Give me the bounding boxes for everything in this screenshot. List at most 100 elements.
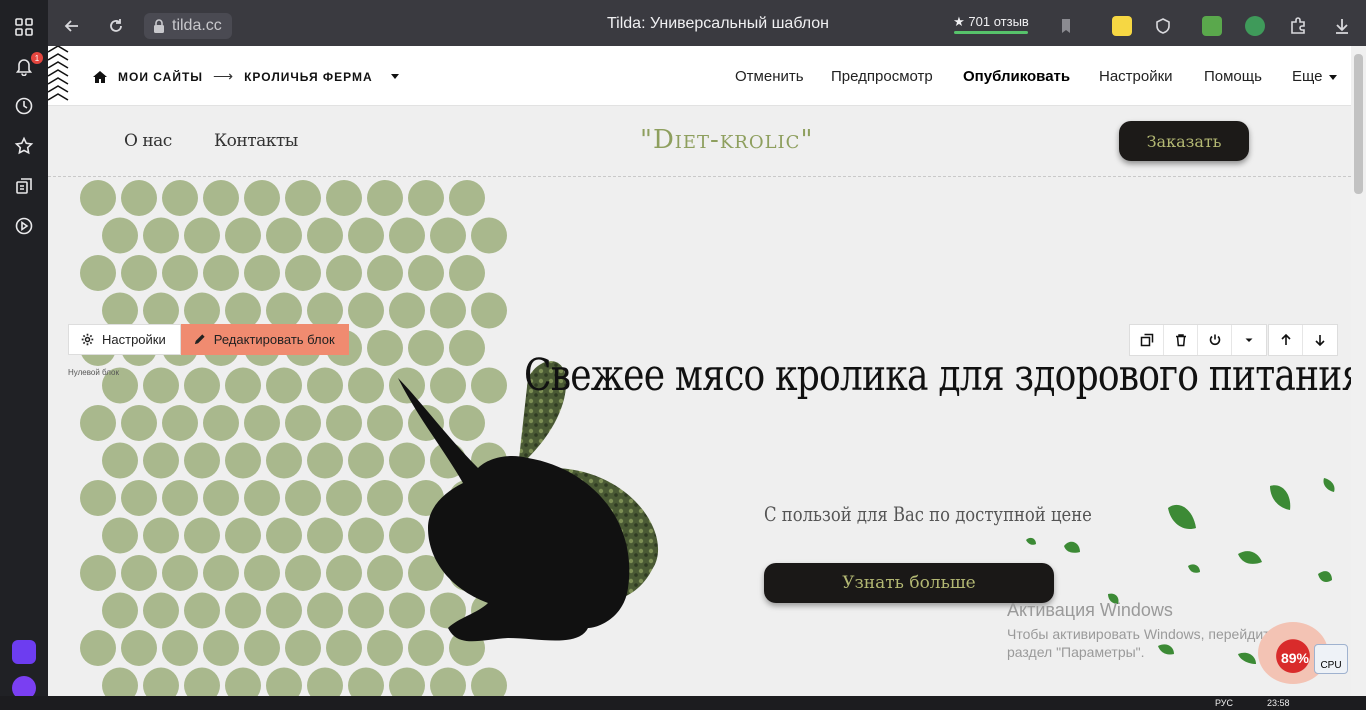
more-menu-label: Еще: [1292, 68, 1323, 85]
back-arrow-icon[interactable]: [60, 14, 84, 38]
pattern-circle: [203, 405, 239, 441]
watermark-title: Активация Windows: [1007, 600, 1173, 620]
scrollbar-thumb[interactable]: [1354, 54, 1363, 194]
block-settings-label: Настройки: [102, 332, 166, 347]
page-scrollbar[interactable]: [1351, 46, 1366, 696]
reviews-widget[interactable]: ★ 701 отзыв: [952, 12, 1030, 36]
extensions-puzzle-icon[interactable]: [1286, 14, 1310, 38]
pattern-circle: [266, 442, 302, 479]
reload-icon[interactable]: [104, 14, 128, 38]
pattern-circle: [326, 480, 362, 516]
menu-contacts-link[interactable]: Контакты: [214, 131, 298, 151]
breadcrumb: МОИ САЙТЫ ⟶ КРОЛИЧЬЯ ФЕРМА: [92, 68, 399, 85]
pattern-circle: [285, 405, 321, 441]
pattern-circle: [102, 217, 138, 254]
pattern-circle: [203, 255, 239, 291]
site-menu-block: О нас Контакты "Diet-krolic" Заказать: [48, 107, 1351, 177]
pattern-circle: [162, 630, 198, 666]
breadcrumb-my-sites[interactable]: МОИ САЙТЫ: [118, 70, 203, 84]
alice-assistant-icon[interactable]: [12, 640, 36, 664]
chevron-down-icon[interactable]: [390, 74, 399, 79]
address-bar[interactable]: tilda.cc: [144, 13, 232, 39]
move-up-arrow-icon[interactable]: [1269, 325, 1303, 355]
pattern-circle: [80, 405, 116, 441]
chevron-down-icon[interactable]: [1232, 325, 1266, 355]
pattern-circle: [244, 180, 280, 216]
more-caret-icon: [1328, 74, 1337, 80]
breadcrumb-arrow: ⟶: [213, 68, 235, 84]
pattern-circle: [266, 217, 302, 254]
pattern-circle: [80, 255, 116, 291]
pattern-circle: [143, 592, 179, 629]
pattern-circle: [471, 667, 507, 696]
power-toggle-icon[interactable]: [1198, 325, 1232, 355]
pattern-circle: [184, 217, 220, 254]
url-text: tilda.cc: [172, 17, 222, 34]
pattern-circle: [225, 592, 261, 629]
pattern-circle: [285, 180, 321, 216]
browser-sidebar: 1: [0, 0, 48, 710]
pattern-circle: [389, 217, 425, 254]
pattern-circle: [285, 480, 321, 516]
breadcrumb-project[interactable]: КРОЛИЧЬЯ ФЕРМА: [244, 70, 373, 84]
duplicate-icon[interactable]: [1130, 325, 1164, 355]
extension-shield-icon[interactable]: [1151, 14, 1175, 38]
pattern-circle: [143, 217, 179, 254]
rabbit-silhouette: [398, 361, 659, 642]
publish-button[interactable]: Опубликовать: [963, 68, 1070, 85]
pattern-circle: [162, 555, 198, 591]
pattern-circle: [471, 292, 507, 329]
pattern-circle: [326, 555, 362, 591]
pattern-circle: [307, 367, 343, 404]
block-settings-button[interactable]: Настройки: [68, 324, 181, 355]
pattern-circle: [244, 405, 280, 441]
pattern-circle: [326, 630, 362, 666]
pattern-circle: [285, 255, 321, 291]
play-video-icon[interactable]: [12, 214, 36, 238]
apps-grid-icon[interactable]: [12, 15, 36, 39]
history-clock-icon[interactable]: [12, 94, 36, 118]
bookmarks-star-icon[interactable]: [12, 134, 36, 158]
language-indicator[interactable]: РУС: [1215, 698, 1233, 708]
hero-zero-block: Свежее мясо кролика для здорового питани…: [48, 178, 1351, 696]
cancel-button[interactable]: Отменить: [735, 68, 804, 85]
pattern-circle: [203, 555, 239, 591]
pattern-circle: [266, 592, 302, 629]
extension-i-icon[interactable]: [1112, 16, 1132, 36]
pattern-circle: [225, 367, 261, 404]
order-button[interactable]: Заказать: [1119, 121, 1249, 161]
pattern-circle: [430, 292, 466, 329]
preview-button[interactable]: Предпросмотр: [831, 68, 933, 85]
extension-adblock-icon[interactable]: [1245, 16, 1265, 36]
pattern-circle: [80, 180, 116, 216]
trash-icon[interactable]: [1164, 325, 1198, 355]
pattern-circle: [102, 517, 138, 554]
pattern-circle: [408, 255, 444, 291]
pattern-circle: [244, 630, 280, 666]
more-menu[interactable]: Еще: [1292, 68, 1337, 85]
pattern-circle: [121, 180, 157, 216]
collections-icon[interactable]: [12, 174, 36, 198]
pattern-circle: [348, 667, 384, 696]
menu-about-link[interactable]: О нас: [124, 131, 172, 151]
rating-bar: [954, 31, 1028, 34]
pattern-circle: [121, 630, 157, 666]
pattern-circle: [389, 667, 425, 696]
pattern-circle: [143, 367, 179, 404]
lock-icon: [154, 19, 164, 33]
home-icon[interactable]: [92, 69, 108, 85]
pattern-circle: [307, 667, 343, 696]
tilda-editor-header: МОИ САЙТЫ ⟶ КРОЛИЧЬЯ ФЕРМА Отменить Пред…: [48, 46, 1351, 106]
bookmark-icon[interactable]: [1054, 14, 1078, 38]
extension-download-icon[interactable]: [1202, 16, 1222, 36]
move-down-arrow-icon[interactable]: [1303, 325, 1337, 355]
pattern-circle: [285, 630, 321, 666]
pattern-circle: [162, 180, 198, 216]
pattern-circle: [121, 255, 157, 291]
download-icon[interactable]: [1330, 14, 1354, 38]
settings-menu[interactable]: Настройки: [1099, 68, 1173, 85]
cpu-percent: 89%: [1280, 650, 1310, 666]
help-menu[interactable]: Помощь: [1204, 68, 1262, 85]
edit-block-button[interactable]: Редактировать блок: [180, 324, 349, 355]
pattern-circle: [348, 367, 384, 404]
